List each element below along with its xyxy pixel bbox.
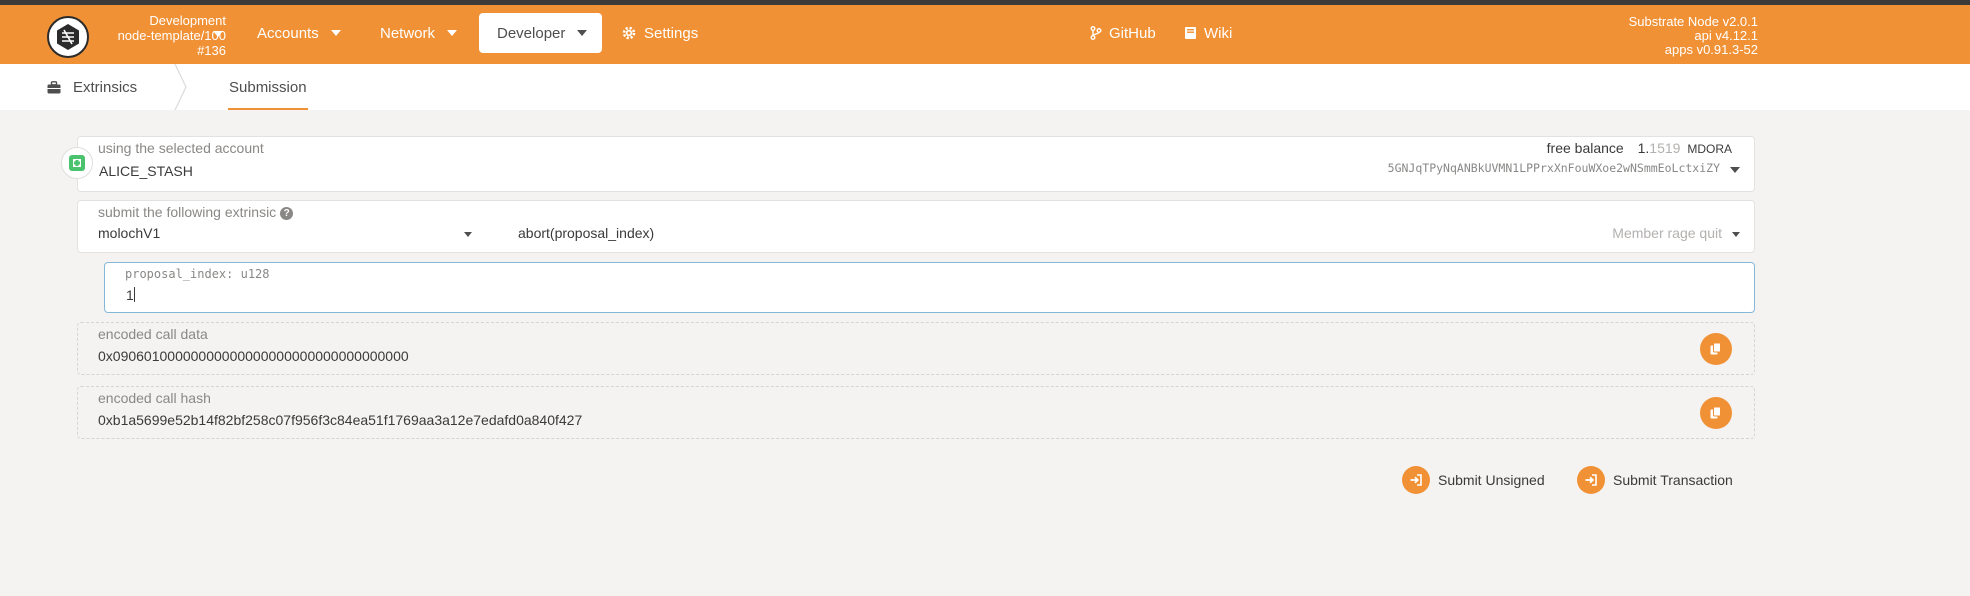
text-cursor — [133, 287, 135, 302]
account-address: 5GNJqTPyNqANBkUVMN1LPPrxXnFouWXoe2wNSmmE… — [1387, 161, 1720, 175]
substrate-logo-icon[interactable] — [47, 16, 89, 58]
method-dropdown[interactable]: abort(proposal_index) Member rage quit — [498, 223, 1754, 251]
copy-icon — [1710, 342, 1721, 355]
nav-developer[interactable]: Developer — [479, 13, 602, 53]
chevron-down-icon — [1732, 232, 1740, 237]
account-name: ALICE_STASH — [99, 163, 193, 179]
nav-github-label: GitHub — [1109, 24, 1156, 42]
nav-accounts-label: Accounts — [257, 24, 319, 42]
nav-github[interactable]: GitHub — [1090, 13, 1156, 53]
submit-transaction-label: Submit Transaction — [1613, 472, 1733, 488]
chain-name: Development — [149, 13, 226, 28]
tab-submission[interactable]: Submission — [228, 64, 308, 110]
nav-accounts[interactable]: Accounts — [257, 13, 341, 53]
account-identicon — [61, 147, 93, 179]
chain-runtime: node-template/100 — [117, 28, 226, 43]
extrinsic-label: submit the following extrinsic? — [98, 204, 294, 220]
balance-decimals: 1519 — [1649, 140, 1681, 156]
nav-settings[interactable]: Settings — [621, 13, 698, 53]
param-label: proposal_index: u128 — [125, 267, 270, 281]
balance-integer: 1. — [1637, 140, 1650, 156]
nav-network[interactable]: Network — [380, 13, 458, 53]
code-branch-icon — [1090, 26, 1102, 40]
param-value: 1 — [126, 287, 135, 303]
submit-transaction-button[interactable]: Submit Transaction — [1577, 466, 1733, 494]
breadcrumb-separator — [174, 64, 187, 110]
method-doc: Member rage quit — [1612, 225, 1722, 241]
chevron-down-icon — [330, 30, 341, 36]
tab-submission-label: Submission — [229, 78, 307, 96]
balance-unit: MDORA — [1687, 142, 1732, 156]
chevron-down-icon — [464, 232, 472, 237]
copy-icon — [1710, 406, 1721, 419]
chevron-down-icon — [1730, 167, 1740, 173]
version-info: Substrate Node v2.0.1 api v4.12.1 apps v… — [1629, 15, 1758, 57]
sign-in-icon — [1402, 466, 1430, 494]
module-value: molochV1 — [98, 225, 161, 241]
gear-icon — [621, 25, 637, 41]
chain-selector[interactable]: Development node-template/100 #136 — [96, 13, 226, 58]
copy-call-data-button[interactable] — [1700, 333, 1732, 365]
top-navbar: Development node-template/100 #136 Accou… — [0, 5, 1970, 64]
chevron-down-icon — [213, 31, 223, 37]
active-tab-indicator — [228, 108, 308, 110]
book-icon — [1184, 26, 1197, 40]
free-balance-label: free balance — [1546, 140, 1624, 156]
copy-call-hash-button[interactable] — [1700, 397, 1732, 429]
param-value-text: 1 — [126, 287, 134, 303]
encoded-call-data-label: encoded call data — [98, 326, 208, 342]
nav-network-label: Network — [380, 24, 436, 42]
module-dropdown[interactable]: molochV1 — [78, 223, 488, 251]
apps-version: apps v0.91.3-52 — [1664, 42, 1758, 57]
tab-extrinsics[interactable]: Extrinsics — [47, 64, 137, 110]
api-version: api v4.12.1 — [1694, 28, 1758, 43]
account-selector[interactable]: using the selected account ALICE_STASH f… — [77, 136, 1755, 192]
chevron-down-icon — [577, 30, 588, 36]
submit-unsigned-label: Submit Unsigned — [1438, 472, 1545, 488]
chain-best-block: #136 — [197, 43, 226, 58]
free-balance: free balance 1.1519 MDORA — [1547, 140, 1732, 156]
encoded-call-data: encoded call data 0x09060100000000000000… — [77, 322, 1755, 375]
encoded-call-hash-label: encoded call hash — [98, 390, 211, 406]
sign-in-icon — [1577, 466, 1605, 494]
submit-unsigned-button[interactable]: Submit Unsigned — [1402, 466, 1545, 494]
encoded-call-data-value: 0x09060100000000000000000000000000000000 — [98, 348, 409, 364]
node-version: Substrate Node v2.0.1 — [1628, 14, 1758, 29]
question-circle-icon[interactable]: ? — [280, 207, 294, 220]
nav-developer-label: Developer — [497, 24, 566, 42]
encoded-call-hash: encoded call hash 0xb1a5699e52b14f82bf25… — [77, 386, 1755, 439]
tab-extrinsics-label: Extrinsics — [73, 78, 138, 96]
chevron-down-icon — [447, 30, 458, 36]
proposal-index-input[interactable]: proposal_index: u128 1 — [104, 262, 1755, 313]
account-label: using the selected account — [98, 140, 264, 156]
method-value: abort(proposal_index) — [518, 225, 655, 241]
briefcase-icon — [47, 80, 61, 94]
extrinsic-label-text: submit the following extrinsic — [98, 204, 277, 220]
nav-wiki[interactable]: Wiki — [1184, 13, 1232, 53]
extrinsic-selector: submit the following extrinsic? molochV1… — [77, 200, 1755, 253]
sub-navbar: Extrinsics Submission — [0, 64, 1970, 110]
nav-settings-label: Settings — [644, 24, 699, 42]
encoded-call-hash-value: 0xb1a5699e52b14f82bf258c07f956f3c84ea51f… — [98, 412, 583, 428]
nav-wiki-label: Wiki — [1204, 24, 1233, 42]
